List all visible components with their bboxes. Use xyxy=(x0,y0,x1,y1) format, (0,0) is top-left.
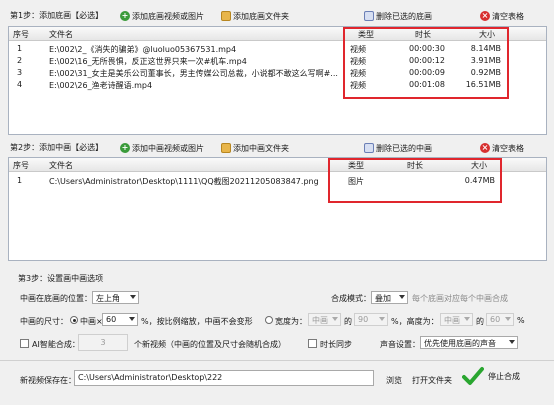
highlight-box xyxy=(343,27,509,99)
ai-suffix: 个新视频（中画的位置及尺寸会随机合成） xyxy=(134,340,286,349)
height-percent-unit: % xyxy=(517,316,525,325)
height-percent-select[interactable]: 60 xyxy=(486,313,514,326)
column-header-index[interactable]: 序号 xyxy=(13,160,29,171)
sound-label: 声音设置： xyxy=(380,340,420,349)
chevron-down-icon xyxy=(464,317,470,321)
save-path-label: 新视频保存在： xyxy=(20,376,76,385)
column-header-filename[interactable]: 文件名 xyxy=(49,160,73,171)
size-scale-select[interactable]: 60 xyxy=(102,313,138,326)
delete-selected-base-button[interactable]: 删除已选的底画 xyxy=(364,9,432,23)
base-file-table: 序号 文件名 类型 时长 大小 1 E:\002\2_《消失的骗弟》@luolu… xyxy=(8,26,547,135)
stop-compose-button[interactable]: 停止合成 xyxy=(462,364,532,388)
size-scale-suffix: %，按比例缩放，中画不会变形 xyxy=(141,317,253,326)
step2-label: 第2步：添加中画【必选】 xyxy=(10,143,104,152)
mode-label: 合成模式： xyxy=(331,294,371,303)
height-label: %，高度为： xyxy=(391,317,439,326)
position-label: 中画在底画的位置： xyxy=(20,294,92,303)
add-base-video-button[interactable]: + 添加底画视频或图片 xyxy=(120,9,204,23)
add-icon: + xyxy=(120,143,130,153)
width-label: 宽度为： xyxy=(275,317,307,326)
size-scale-prefix: 中画× xyxy=(80,317,103,326)
chevron-down-icon xyxy=(129,317,135,321)
save-path-input[interactable]: C:\Users\Administrator\Desktop\222 xyxy=(74,370,374,386)
size-label: 中画的尺寸： xyxy=(20,317,68,326)
height-from-select[interactable]: 中画 xyxy=(440,313,473,326)
highlight-box xyxy=(328,158,502,203)
mode-select[interactable]: 叠加 xyxy=(371,291,408,304)
height-of-label: 的 xyxy=(476,317,484,326)
add-base-folder-button[interactable]: 添加底画文件夹 xyxy=(221,9,289,23)
ai-compose-label: AI智能合成： xyxy=(32,340,80,349)
overlay-file-table: 序号 文件名 类型 时长 大小 1 C:\Users\Administrator… xyxy=(8,157,547,261)
duration-sync-checkbox[interactable] xyxy=(308,339,317,348)
add-icon: + xyxy=(120,11,130,21)
size-custom-radio[interactable] xyxy=(265,316,273,324)
chevron-down-icon xyxy=(399,295,405,299)
delete-selected-overlay-button[interactable]: 删除已选的中画 xyxy=(364,141,432,155)
mode-hint: 每个底画对应每个中画合成 xyxy=(412,294,508,303)
divider xyxy=(0,360,554,361)
width-from-select[interactable]: 中画 xyxy=(308,313,341,326)
checkmark-icon xyxy=(462,367,484,385)
chevron-down-icon xyxy=(505,317,511,321)
position-select[interactable]: 左上角 xyxy=(92,291,139,304)
folder-icon xyxy=(221,143,231,153)
step2-toolbar: 第2步：添加中画【必选】 + 添加中画视频或图片 添加中画文件夹 删除已选的中画… xyxy=(0,140,554,156)
chevron-down-icon xyxy=(379,317,385,321)
clear-icon: × xyxy=(480,11,490,21)
folder-icon xyxy=(221,11,231,21)
step1-toolbar: 第1步：添加底画【必选】 + 添加底画视频或图片 添加底画文件夹 删除已选的底画… xyxy=(0,8,554,24)
width-of-label: 的 xyxy=(344,317,352,326)
delete-icon xyxy=(364,11,374,21)
ai-count-stepper[interactable]: 3 xyxy=(78,334,128,351)
add-overlay-video-button[interactable]: + 添加中画视频或图片 xyxy=(120,141,204,155)
chevron-down-icon xyxy=(130,295,136,299)
clear-table-button[interactable]: × 清空表格 xyxy=(480,141,524,155)
clear-icon: × xyxy=(480,143,490,153)
sound-select[interactable]: 优先使用底画的声音 xyxy=(420,336,518,349)
size-scale-radio[interactable] xyxy=(70,316,78,324)
ai-compose-checkbox[interactable] xyxy=(20,339,29,348)
browse-button[interactable]: 浏览 xyxy=(386,375,402,386)
step3-label: 第3步：设置画中画选项 xyxy=(18,274,104,283)
column-header-filename[interactable]: 文件名 xyxy=(49,29,73,40)
clear-table-button[interactable]: × 清空表格 xyxy=(480,9,524,23)
open-folder-button[interactable]: 打开文件夹 xyxy=(412,375,452,386)
chevron-down-icon xyxy=(509,340,515,344)
duration-sync-label: 时长同步 xyxy=(320,340,352,349)
add-overlay-folder-button[interactable]: 添加中画文件夹 xyxy=(221,141,289,155)
width-percent-select[interactable]: 90 xyxy=(354,313,388,326)
column-header-index[interactable]: 序号 xyxy=(13,29,29,40)
step1-label: 第1步：添加底画【必选】 xyxy=(10,11,104,20)
delete-icon xyxy=(364,143,374,153)
chevron-down-icon xyxy=(332,317,338,321)
